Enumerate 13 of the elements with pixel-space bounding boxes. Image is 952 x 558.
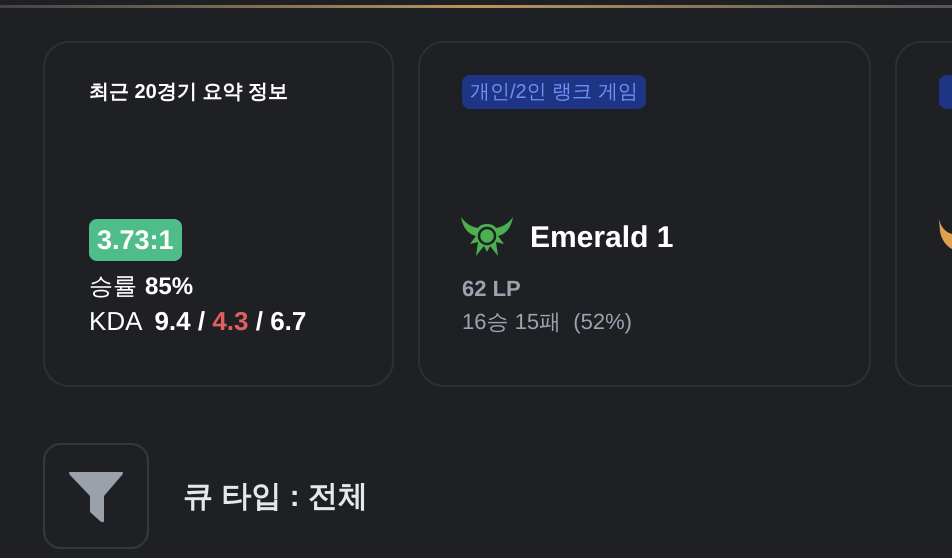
- win-loss-record: 16승 15패 (52%): [462, 308, 632, 336]
- kda-value: 9.4 / 4.3 / 6.7: [154, 305, 306, 338]
- win-rate-value: 85%: [145, 272, 194, 302]
- filter-button[interactable]: [43, 443, 149, 549]
- kda-ratio-badge: 3.73:1: [89, 219, 182, 261]
- queue-badge: 개인/2인 랭크 게임: [462, 75, 646, 109]
- win-rate-label: 승률: [89, 272, 137, 302]
- kda-label: KDA: [89, 305, 142, 338]
- summary-title: 최근 20경기 요약 정보: [89, 80, 289, 105]
- tier-name: Emerald 1: [530, 220, 674, 256]
- queue-type-label: 큐 타입 : 전체: [183, 478, 368, 514]
- queue-badge: [939, 75, 952, 109]
- league-points: 62 LP: [462, 275, 521, 303]
